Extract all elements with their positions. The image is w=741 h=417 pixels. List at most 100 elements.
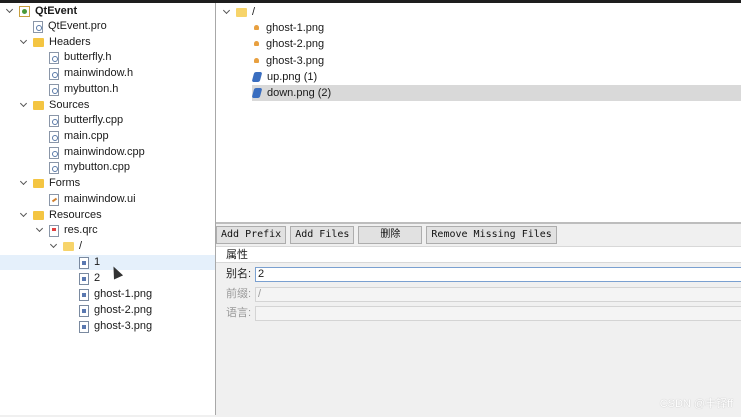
- tree-item-form-file[interactable]: mainwindow.ui: [49, 192, 136, 207]
- chevron-down-icon[interactable]: [19, 35, 29, 50]
- tree-item-resources[interactable]: Resources: [19, 208, 102, 223]
- tree-item-label: 1: [94, 256, 101, 268]
- image-file-icon: [79, 272, 89, 285]
- alias-label: 别名:: [226, 268, 252, 280]
- watermark: CSDN @丰铎ff: [659, 398, 733, 410]
- butterfly-image-icon: [251, 88, 263, 98]
- tree-item-headers[interactable]: Headers: [19, 35, 91, 50]
- ghost-image-icon: [253, 57, 260, 66]
- image-file-icon: [79, 288, 89, 301]
- tree-item-resource[interactable]: ghost-2.png: [79, 303, 152, 318]
- resource-file-list: / ghost-1.png ghost-2.png ghost-3.png up…: [216, 3, 741, 222]
- project-tree-panel: QtEvent QtEvent.pro Headers butterfly.h …: [0, 3, 216, 415]
- folder-icon: [236, 7, 247, 17]
- tree-item-label: butterfly.h: [64, 51, 112, 63]
- language-label: 语言:: [226, 307, 252, 319]
- source-file-icon: [49, 114, 59, 127]
- chevron-down-icon[interactable]: [19, 208, 29, 223]
- tree-item-resource[interactable]: 2: [79, 271, 100, 286]
- tree-item-resource[interactable]: ghost-3.png: [79, 319, 152, 334]
- file-name: ghost-3.png: [266, 55, 325, 67]
- tree-item-label: Forms: [49, 177, 81, 189]
- chevron-down-icon[interactable]: [49, 239, 59, 254]
- header-file-icon: [49, 83, 59, 96]
- prefix-input: /: [255, 287, 741, 302]
- folder-icon: [33, 179, 44, 188]
- add-prefix-button[interactable]: Add Prefix: [216, 226, 287, 244]
- tree-item-resource[interactable]: ghost-1.png: [79, 287, 152, 302]
- tree-item-source-file[interactable]: butterfly.cpp: [49, 113, 123, 128]
- tree-item-header-file[interactable]: mainwindow.h: [49, 66, 133, 81]
- tree-item-label: main.cpp: [64, 130, 109, 142]
- tree-item-source-file[interactable]: main.cpp: [49, 129, 109, 144]
- tree-item-sources[interactable]: Sources: [19, 98, 89, 113]
- folder-icon: [63, 242, 74, 251]
- prefix-label: /: [252, 6, 256, 18]
- chevron-down-icon[interactable]: [19, 176, 29, 191]
- tree-item-source-file[interactable]: mainwindow.cpp: [49, 145, 145, 160]
- folder-icon: [33, 101, 44, 110]
- file-row[interactable]: ghost-3.png: [253, 53, 324, 69]
- tree-item-project[interactable]: QtEvent: [5, 4, 77, 19]
- tree-item-prefix[interactable]: /: [49, 239, 82, 254]
- tree-item-label: mybutton.h: [64, 83, 119, 95]
- chevron-down-icon[interactable]: [222, 5, 232, 20]
- chevron-down-icon[interactable]: [5, 4, 15, 19]
- resource-prefix-row[interactable]: /: [222, 4, 255, 20]
- tree-item-pro-file[interactable]: QtEvent.pro: [33, 19, 107, 34]
- file-name: ghost-2.png: [266, 38, 325, 50]
- butterfly-image-icon: [251, 72, 263, 82]
- tree-item-resource-selected[interactable]: 1: [0, 255, 215, 270]
- project-label: QtEvent: [35, 5, 78, 17]
- pro-file-icon: [33, 20, 43, 33]
- tree-item-label: ghost-3.png: [94, 320, 153, 332]
- file-name: up.png (1): [267, 71, 318, 83]
- remove-missing-files-button[interactable]: Remove Missing Files: [426, 226, 557, 244]
- properties-header: 属性: [216, 246, 741, 263]
- file-row[interactable]: ghost-2.png: [253, 36, 324, 52]
- ui-file-icon: [49, 193, 59, 206]
- tree-item-label: /: [79, 240, 83, 252]
- tree-item-label: ghost-1.png: [94, 288, 153, 300]
- tree-item-label: 2: [94, 272, 101, 284]
- tree-item-header-file[interactable]: butterfly.h: [49, 50, 112, 65]
- delete-button[interactable]: 删除: [358, 226, 423, 244]
- folder-icon: [33, 38, 44, 47]
- image-file-icon: [79, 256, 89, 269]
- source-file-icon: [49, 146, 59, 159]
- ghost-image-icon: [253, 24, 260, 33]
- file-row[interactable]: ghost-1.png: [253, 20, 324, 36]
- tree-item-header-file[interactable]: mybutton.h: [49, 82, 118, 97]
- file-name: ghost-1.png: [266, 22, 325, 34]
- add-files-button[interactable]: Add Files: [290, 226, 355, 244]
- image-file-icon: [79, 320, 89, 333]
- file-name: down.png (2): [267, 87, 332, 99]
- chevron-down-icon[interactable]: [35, 223, 45, 238]
- qrc-file-icon: [49, 224, 59, 237]
- header-file-icon: [49, 67, 59, 80]
- alias-input[interactable]: 2: [255, 267, 741, 282]
- tree-item-label: Headers: [49, 36, 91, 48]
- source-file-icon: [49, 130, 59, 143]
- language-input: [255, 306, 741, 321]
- resource-toolbar: Add Prefix Add Files 删除 Remove Missing F…: [216, 226, 561, 244]
- project-icon: [19, 6, 30, 17]
- prefix-row: 前缀: /: [226, 287, 741, 302]
- tree-item-label: res.qrc: [64, 224, 98, 236]
- image-file-icon: [79, 304, 89, 317]
- ghost-image-icon: [253, 40, 260, 49]
- tree-item-label: QtEvent.pro: [48, 20, 107, 32]
- tree-item-label: Resources: [49, 209, 102, 221]
- file-row[interactable]: up.png (1): [251, 69, 318, 85]
- prefix-label: 前缀:: [226, 288, 252, 300]
- tree-item-qrc[interactable]: res.qrc: [35, 223, 98, 238]
- chevron-down-icon[interactable]: [19, 98, 29, 113]
- tree-item-label: Sources: [49, 99, 90, 111]
- tree-item-label: mainwindow.ui: [64, 193, 136, 205]
- tree-item-label: butterfly.cpp: [64, 114, 124, 126]
- file-row-selected[interactable]: down.png (2): [251, 85, 741, 101]
- tree-item-forms[interactable]: Forms: [19, 176, 80, 191]
- tree-item-source-file[interactable]: mybutton.cpp: [49, 160, 130, 175]
- resource-editor-panel: Add Prefix Add Files 删除 Remove Missing F…: [216, 222, 741, 417]
- tree-item-label: ghost-2.png: [94, 304, 153, 316]
